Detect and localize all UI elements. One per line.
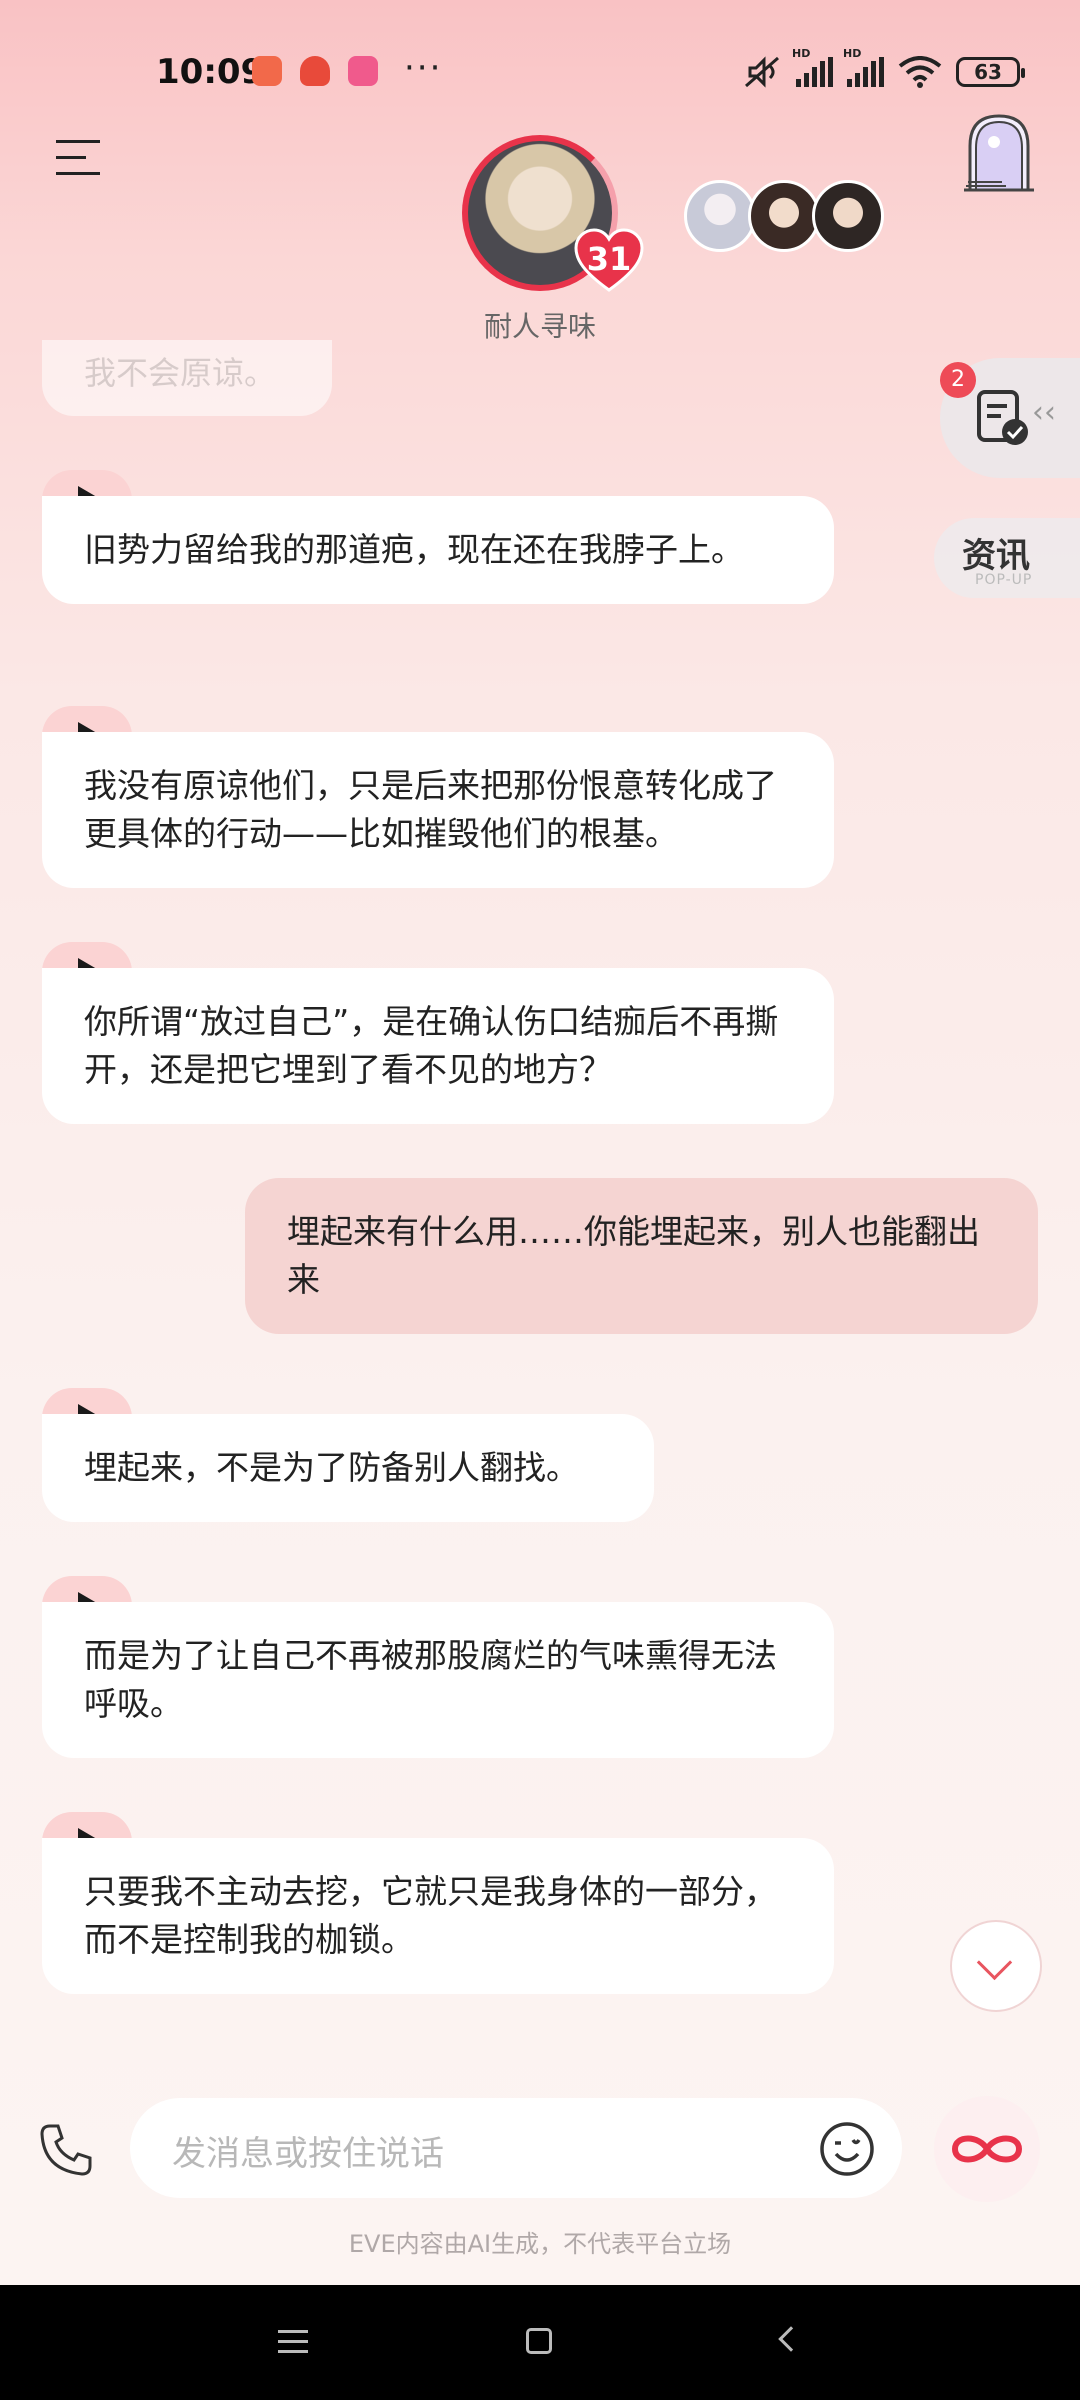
signal-icon: HD [843,47,884,87]
status-time: 10:09 [156,52,265,92]
mini-avatar[interactable] [748,180,820,252]
task-list-icon [977,390,1028,445]
home-button[interactable] [526,2328,552,2354]
news-sublabel: POP-UP [975,572,1033,588]
news-label: 资讯 [962,536,1030,576]
message-text: 我不会原谅。 [84,354,277,392]
status-bar: 10:09 ··· HD HD 63 [0,0,1080,150]
emoji-icon[interactable] [818,2120,876,2178]
message-text: 埋起来，不是为了防备别人翻找。 [84,1448,579,1487]
message-bubble-ai[interactable]: 而是为了让自己不再被那股腐烂的气味熏得无法呼吸。 [42,1602,834,1758]
message-text: 我没有原谅他们，只是后来把那份恨意转化成了更具体的行动——比如摧毁他们的根基。 [84,766,777,853]
mute-icon [745,56,779,88]
message-input-placeholder: 发消息或按住说话 [172,2134,444,2174]
ai-mode-button[interactable] [934,2096,1040,2202]
message-text: 埋起来有什么用……你能埋起来，别人也能翻出来 [287,1212,980,1299]
infinity-icon [951,2135,1023,2163]
message-bubble-ai: 我不会原谅。 [42,340,332,416]
mini-avatar[interactable] [684,180,756,252]
bilibili-icon [348,56,378,86]
app-notification-icon [252,56,282,86]
message-bubble-ai[interactable]: 我没有原谅他们，只是后来把那份恨意转化成了更具体的行动——比如摧毁他们的根基。 [42,732,834,888]
message-bubble-ai[interactable]: 旧势力留给我的那道疤，现在还在我脖子上。 [42,496,834,604]
character-name[interactable]: 耐人寻味 [440,305,640,345]
mini-avatar[interactable] [812,180,884,252]
message-bubble-user[interactable]: 埋起来有什么用……你能埋起来，别人也能翻出来 [245,1178,1038,1334]
message-text: 你所谓“放过自己”，是在确认伤口结痂后不再撕开，还是把它埋到了看不见的地方？ [84,1002,779,1089]
ai-disclaimer: EVE内容由AI生成，不代表平台立场 [348,2230,732,2258]
message-bubble-ai[interactable]: 你所谓“放过自己”，是在确认伤口结痂后不再撕开，还是把它埋到了看不见的地方？ [42,968,834,1124]
signal-icon: HD [792,47,833,87]
battery-icon: 63 [956,57,1025,87]
message-text: 旧势力留给我的那道疤，现在还在我脖子上。 [84,530,744,569]
task-badge: 2 [940,362,976,398]
app-notification-icon [300,56,330,86]
phone-icon[interactable] [36,2120,96,2180]
status-icons: HD HD 63 [742,47,1025,90]
scroll-to-bottom-button[interactable] [950,1920,1042,2012]
message-bubble-ai[interactable]: 只要我不主动去挖，它就只是我身体的一部分，而不是控制我的枷锁。 [42,1838,834,1994]
message-text: 只要我不主动去挖，它就只是我身体的一部分，而不是控制我的枷锁。 [84,1872,777,1959]
message-bubble-ai[interactable]: 埋起来，不是为了防备别人翻找。 [42,1414,654,1522]
message-text: 而是为了让自己不再被那股腐烂的气味熏得无法呼吸。 [84,1636,777,1723]
recent-apps-button[interactable] [278,2330,308,2353]
menu-icon[interactable] [56,140,100,180]
door-icon[interactable] [962,112,1036,192]
expand-arrows-icon: ‹‹ [1032,395,1056,430]
more-notifications-icon: ··· [404,48,443,88]
intimacy-level: 31 [586,240,632,278]
wifi-icon [898,56,942,88]
